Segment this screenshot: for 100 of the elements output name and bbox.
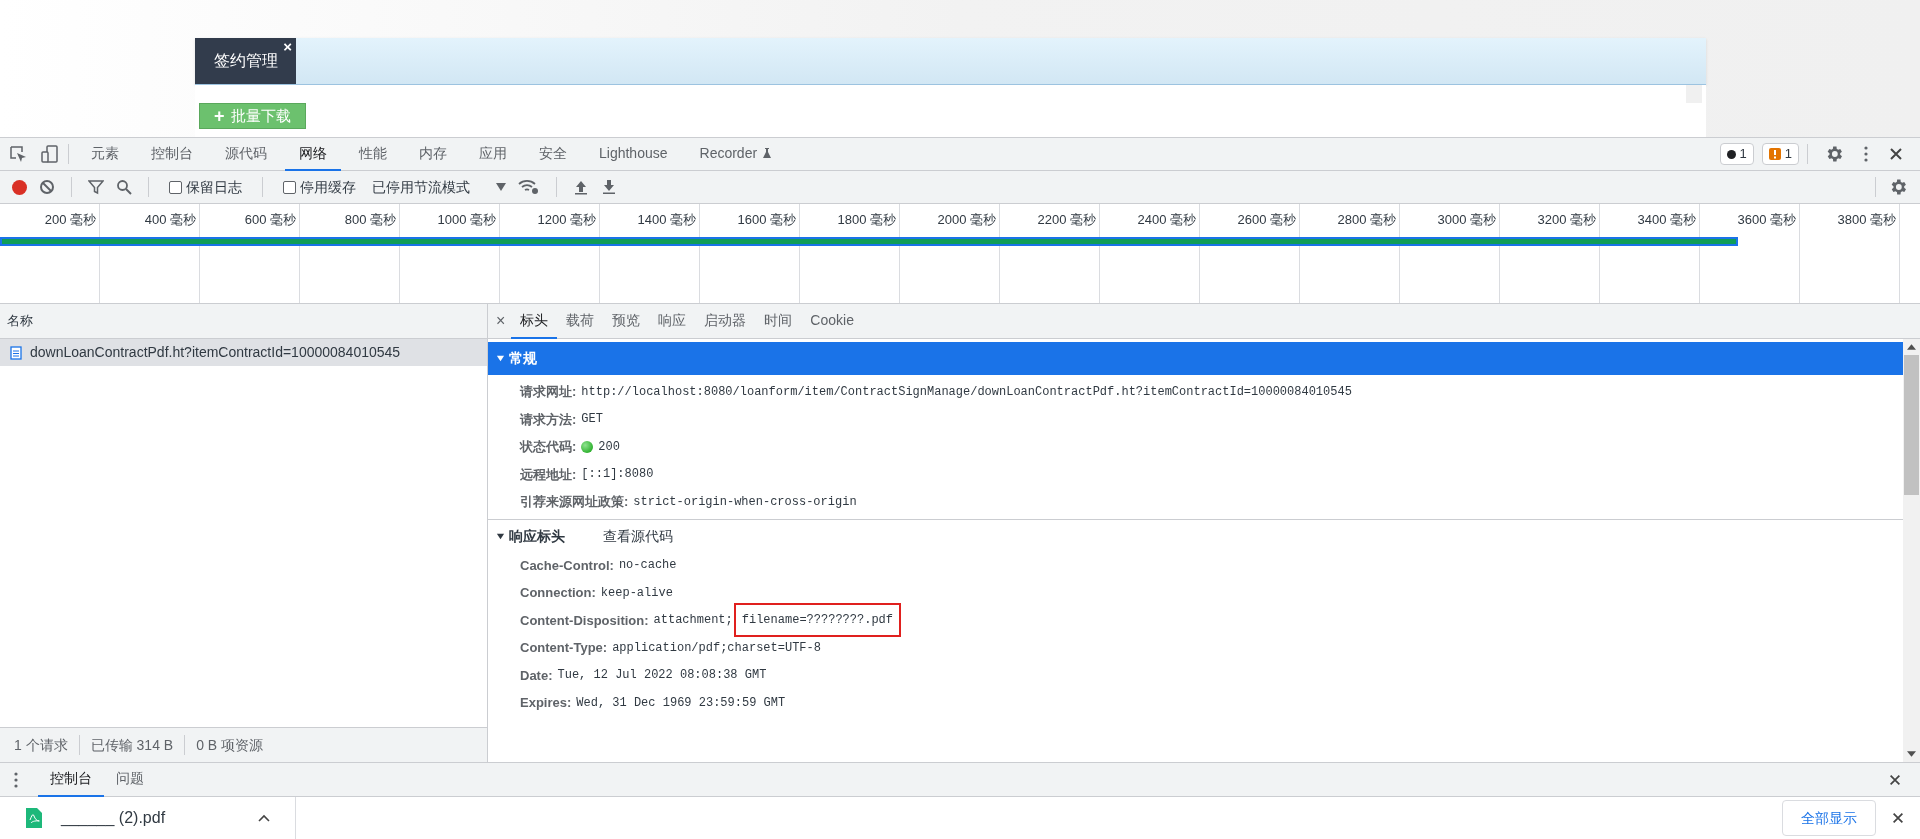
section-header[interactable]: 常规 xyxy=(488,342,1903,375)
search-icon[interactable] xyxy=(116,179,132,195)
warning-icon xyxy=(1768,148,1781,160)
timeline-tick-label: 1200 毫秒 xyxy=(537,210,596,229)
devtools-tab[interactable]: 控制台 xyxy=(137,137,207,171)
status-text: 0 B 项资源 xyxy=(196,735,264,755)
request-name: downLoanContractPdf.ht?itemContractId=10000084010545 xyxy=(30,343,401,362)
checkbox[interactable] xyxy=(283,180,296,194)
devtools-tab[interactable]: 应用 xyxy=(465,137,521,171)
timeline-tick-label: 2400 毫秒 xyxy=(1137,210,1196,229)
more-options-icon[interactable] xyxy=(14,771,18,788)
upload-icon[interactable] xyxy=(573,179,589,195)
devtools-tab[interactable]: 安全 xyxy=(525,137,581,171)
header-value: [::1]:8080 xyxy=(581,466,654,484)
timeline-tick-label: 3800 毫秒 xyxy=(1837,210,1896,229)
timeline-tick-label: 600 毫秒 xyxy=(244,210,296,229)
tab-close-button[interactable]: × xyxy=(283,39,292,54)
timeline-tick-label: 3000 毫秒 xyxy=(1437,210,1496,229)
header-name: Connection: xyxy=(520,584,596,602)
close-icon[interactable] xyxy=(1888,772,1902,787)
header-value: GET xyxy=(581,411,603,429)
header-value: keep-alive xyxy=(600,584,673,602)
throttling-dropdown[interactable]: 已停用节流模式 xyxy=(372,176,506,198)
devtools-tab[interactable]: 内存 xyxy=(405,137,461,171)
page-tab[interactable]: 签约管理 × xyxy=(195,38,296,84)
flask-icon xyxy=(761,147,774,159)
document-icon xyxy=(10,345,22,360)
warning-count-badge[interactable]: 1 xyxy=(1761,143,1799,165)
header-name: Cache-Control: xyxy=(520,556,614,575)
header-name: 引荐来源网址政策: xyxy=(520,493,629,511)
header-name: 远程地址: xyxy=(520,465,577,484)
inspect-icon[interactable] xyxy=(8,144,28,164)
error-count-badge[interactable]: 1 xyxy=(1719,143,1754,165)
network-conditions-icon[interactable] xyxy=(518,179,540,195)
checkbox-label: 保留日志 xyxy=(186,177,242,197)
close-icon[interactable] xyxy=(1888,146,1904,162)
header-value: attachment; xyxy=(653,612,733,630)
header-name: 请求网址: xyxy=(520,383,577,401)
header-name: Expires: xyxy=(520,694,572,712)
header-value: application/pdf;charset=UTF-8 xyxy=(612,639,821,657)
close-detail-button[interactable]: × xyxy=(496,309,506,333)
detail-tab[interactable]: 启动器 xyxy=(695,303,756,339)
scrollbar-thumb[interactable] xyxy=(1904,355,1919,495)
download-icon[interactable] xyxy=(601,179,617,195)
status-text: 已传输 314 B xyxy=(90,735,174,755)
header-value: 200 xyxy=(598,438,620,456)
detail-tab[interactable]: 预览 xyxy=(603,303,650,339)
header-value: strict-origin-when-cross-origin xyxy=(633,493,857,511)
devtools-tab[interactable]: Lighthouse xyxy=(585,137,682,171)
more-options-icon[interactable] xyxy=(1864,146,1868,162)
timeline-tick-label: 200 毫秒 xyxy=(44,210,96,229)
filter-icon[interactable] xyxy=(88,179,104,195)
detail-tab[interactable]: 响应 xyxy=(649,303,696,339)
device-toggle-icon[interactable] xyxy=(40,144,60,164)
detail-tab[interactable]: 载荷 xyxy=(557,303,604,339)
timeline-tick-label: 2800 毫秒 xyxy=(1337,210,1396,229)
chevron-up-icon[interactable] xyxy=(258,814,270,822)
timeline-tick-label: 2200 毫秒 xyxy=(1037,210,1096,229)
detail-tab[interactable]: Cookie xyxy=(801,303,863,339)
record-button[interactable] xyxy=(12,179,27,195)
highlighted-value: filename=????????.pdf xyxy=(733,603,901,638)
devtools-tab[interactable]: 元素 xyxy=(77,137,133,171)
scroll-up-icon[interactable] xyxy=(1907,344,1916,350)
devtools-tab[interactable]: 源代码 xyxy=(211,137,281,171)
view-source-link[interactable]: 查看源代码 xyxy=(603,526,673,547)
timeline-tick-label: 1800 毫秒 xyxy=(837,210,896,229)
pdf-file-icon xyxy=(25,807,43,829)
drawer-tab[interactable]: 问题 xyxy=(104,762,156,797)
scroll-down-icon[interactable] xyxy=(1907,751,1916,757)
timeline-tick-label: 1600 毫秒 xyxy=(737,210,796,229)
timeline-tick-label: 3600 毫秒 xyxy=(1737,210,1796,229)
downloaded-file-name[interactable]: ______ (2).pdf xyxy=(61,806,166,830)
devtools-tab[interactable]: Recorder xyxy=(685,137,788,171)
header-value: no-cache xyxy=(618,557,677,575)
expanded-triangle-icon[interactable] xyxy=(496,532,505,541)
status-text: 1 个请求 xyxy=(14,735,68,755)
timeline-tick-label: 1000 毫秒 xyxy=(437,210,496,229)
timeline-tick-label: 2000 毫秒 xyxy=(937,210,996,229)
header-name: Content-Disposition: xyxy=(520,611,649,630)
detail-tab[interactable]: 时间 xyxy=(755,303,802,339)
dropdown-arrow-icon xyxy=(496,183,506,191)
section-header[interactable]: 响应标头 xyxy=(496,526,565,547)
header-name: 状态代码: xyxy=(520,438,577,456)
checkbox-label: 停用缓存 xyxy=(300,177,356,197)
timeline-tick-label: 800 毫秒 xyxy=(344,210,396,229)
devtools-tab[interactable]: 性能 xyxy=(345,137,401,171)
header-name: Content-Type: xyxy=(520,639,608,657)
timeline-tick-label: 1400 毫秒 xyxy=(637,210,696,229)
detail-tab[interactable]: 标头 xyxy=(511,303,558,339)
checkbox[interactable] xyxy=(169,180,182,194)
show-all-button[interactable]: 全部显示 xyxy=(1782,800,1876,836)
header-value: Wed, 31 Dec 1969 23:59:59 GMT xyxy=(576,694,786,712)
column-header[interactable]: 名称 xyxy=(7,311,33,331)
timeline-tick-label: 2600 毫秒 xyxy=(1237,210,1296,229)
request-row[interactable]: downLoanContractPdf.ht?itemContractId=10000084010545 xyxy=(0,339,487,366)
clear-icon[interactable] xyxy=(39,179,55,195)
timeline-tick-label: 400 毫秒 xyxy=(144,210,196,229)
close-icon[interactable] xyxy=(1891,811,1905,825)
header-value: Tue, 12 Jul 2022 08:08:38 GMT xyxy=(557,667,767,685)
success-status-icon xyxy=(581,440,594,453)
